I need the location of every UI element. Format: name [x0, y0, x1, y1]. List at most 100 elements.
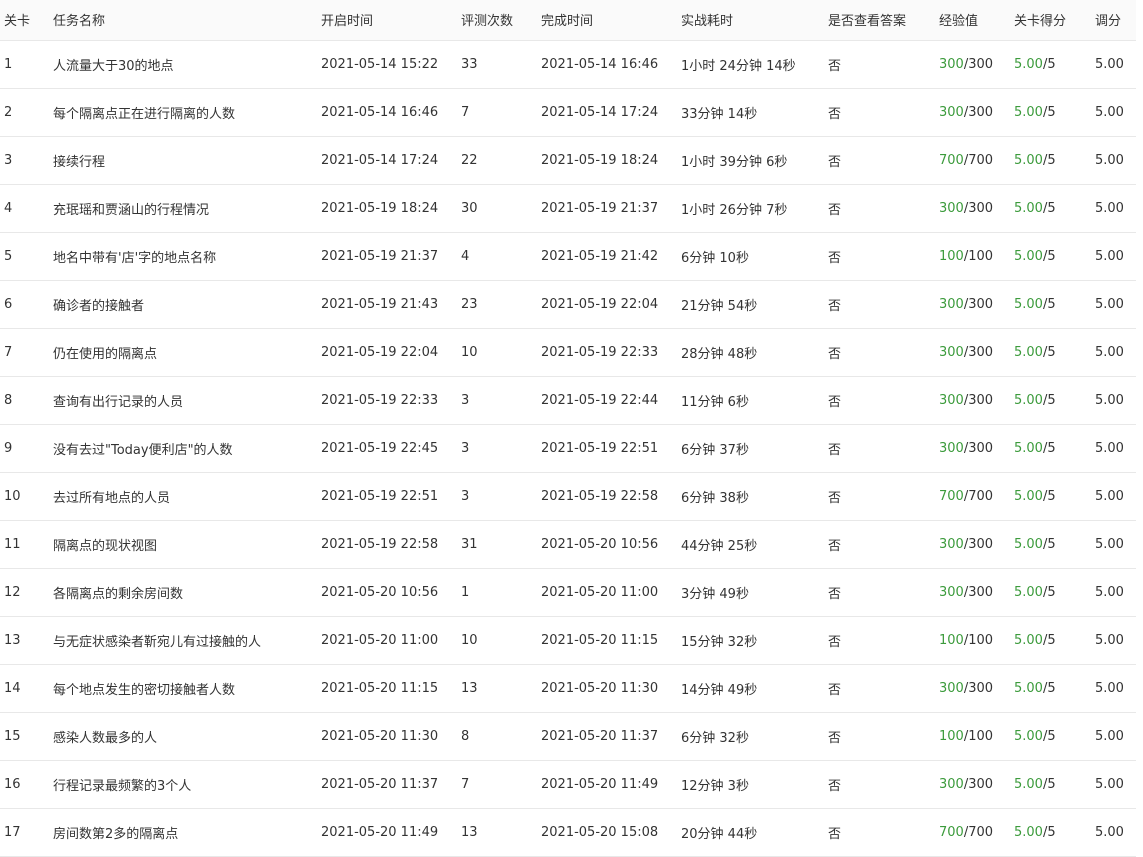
- cell-level: 5: [0, 232, 49, 281]
- score-max: /5: [1042, 728, 1056, 744]
- cell-answer-viewed: 否: [824, 232, 935, 281]
- cell-task-name[interactable]: 充珉瑶和贾涵山的行程情况: [49, 184, 317, 233]
- cell-finish-time: 2021-05-14 17:24: [537, 88, 677, 137]
- score-max: /5: [1042, 104, 1056, 120]
- exp-max: /300: [963, 56, 994, 72]
- cell-exp: 300/300: [935, 40, 1010, 89]
- col-header-finish-time[interactable]: 完成时间: [537, 0, 677, 41]
- cell-score: 5.00/5: [1010, 232, 1091, 281]
- cell-exp: 300/300: [935, 376, 1010, 425]
- cell-eval-count: 3: [457, 472, 537, 521]
- score-earned: 5.00: [1014, 200, 1043, 216]
- cell-task-name[interactable]: 每个隔离点正在进行隔离的人数: [49, 88, 317, 137]
- cell-start-time: 2021-05-19 22:45: [317, 424, 457, 473]
- cell-task-name[interactable]: 地名中带有'店'字的地点名称: [49, 232, 317, 281]
- cell-adjust: 5.00: [1091, 568, 1136, 617]
- score-earned: 5.00: [1014, 440, 1043, 456]
- col-header-duration[interactable]: 实战耗时: [677, 0, 824, 41]
- exp-max: /300: [963, 296, 994, 312]
- cell-score: 5.00/5: [1010, 280, 1091, 329]
- cell-score: 5.00/5: [1010, 808, 1091, 857]
- score-earned: 5.00: [1014, 296, 1043, 312]
- cell-task-name[interactable]: 人流量大于30的地点: [49, 40, 317, 89]
- cell-eval-count: 4: [457, 232, 537, 281]
- cell-start-time: 2021-05-14 16:46: [317, 88, 457, 137]
- cell-eval-count: 22: [457, 136, 537, 185]
- cell-task-name[interactable]: 房间数第2多的隔离点: [49, 808, 317, 857]
- cell-answer-viewed: 否: [824, 808, 935, 857]
- exp-max: /300: [963, 392, 994, 408]
- cell-score: 5.00/5: [1010, 472, 1091, 521]
- score-max: /5: [1042, 392, 1056, 408]
- cell-eval-count: 1: [457, 568, 537, 617]
- exp-earned: 300: [939, 392, 964, 408]
- score-earned: 5.00: [1014, 824, 1043, 840]
- cell-level: 14: [0, 664, 49, 713]
- cell-answer-viewed: 否: [824, 712, 935, 761]
- cell-adjust: 5.00: [1091, 88, 1136, 137]
- cell-finish-time: 2021-05-20 11:30: [537, 664, 677, 713]
- col-header-answer-viewed[interactable]: 是否查看答案: [824, 0, 935, 41]
- col-header-task-name[interactable]: 任务名称: [49, 0, 317, 41]
- col-header-score[interactable]: 关卡得分: [1010, 0, 1091, 41]
- cell-duration: 21分钟 54秒: [677, 280, 824, 329]
- score-earned: 5.00: [1014, 632, 1043, 648]
- cell-task-name[interactable]: 确诊者的接触者: [49, 280, 317, 329]
- col-header-level[interactable]: 关卡: [0, 0, 49, 41]
- cell-task-name[interactable]: 去过所有地点的人员: [49, 472, 317, 521]
- cell-duration: 33分钟 14秒: [677, 88, 824, 137]
- cell-score: 5.00/5: [1010, 40, 1091, 89]
- cell-finish-time: 2021-05-20 15:08: [537, 808, 677, 857]
- cell-exp: 700/700: [935, 472, 1010, 521]
- cell-task-name[interactable]: 与无症状感染者靳宛儿有过接触的人: [49, 616, 317, 665]
- col-header-start-time[interactable]: 开启时间: [317, 0, 457, 41]
- cell-level: 7: [0, 328, 49, 377]
- cell-eval-count: 10: [457, 616, 537, 665]
- cell-start-time: 2021-05-20 11:30: [317, 712, 457, 761]
- cell-eval-count: 3: [457, 376, 537, 425]
- cell-task-name[interactable]: 行程记录最频繁的3个人: [49, 760, 317, 809]
- exp-max: /300: [963, 584, 994, 600]
- cell-duration: 6分钟 38秒: [677, 472, 824, 521]
- cell-score: 5.00/5: [1010, 760, 1091, 809]
- cell-task-name[interactable]: 接续行程: [49, 136, 317, 185]
- cell-score: 5.00/5: [1010, 568, 1091, 617]
- cell-adjust: 5.00: [1091, 232, 1136, 281]
- cell-task-name[interactable]: 仍在使用的隔离点: [49, 328, 317, 377]
- exp-earned: 300: [939, 440, 964, 456]
- score-max: /5: [1042, 680, 1056, 696]
- exp-max: /700: [963, 488, 994, 504]
- cell-finish-time: 2021-05-20 11:49: [537, 760, 677, 809]
- cell-task-name[interactable]: 隔离点的现状视图: [49, 520, 317, 569]
- cell-score: 5.00/5: [1010, 424, 1091, 473]
- score-max: /5: [1042, 632, 1056, 648]
- cell-duration: 3分钟 49秒: [677, 568, 824, 617]
- cell-duration: 12分钟 3秒: [677, 760, 824, 809]
- col-header-exp[interactable]: 经验值: [935, 0, 1010, 41]
- cell-answer-viewed: 否: [824, 760, 935, 809]
- table-row: 15 感染人数最多的人 2021-05-20 11:30 8 2021-05-20 11…: [0, 712, 1136, 761]
- table-row: 14 每个地点发生的密切接触者人数 2021-05-20 11:15 13 2021-0…: [0, 664, 1136, 713]
- cell-adjust: 5.00: [1091, 760, 1136, 809]
- cell-answer-viewed: 否: [824, 664, 935, 713]
- cell-level: 15: [0, 712, 49, 761]
- table-row: 9 没有去过"Today便利店"的人数 2021-05-19 22:45 3 2021-…: [0, 424, 1136, 473]
- cell-adjust: 5.00: [1091, 424, 1136, 473]
- table-row: 17 房间数第2多的隔离点 2021-05-20 11:49 13 2021-05-20…: [0, 808, 1136, 857]
- score-max: /5: [1042, 56, 1056, 72]
- score-earned: 5.00: [1014, 104, 1043, 120]
- cell-duration: 20分钟 44秒: [677, 808, 824, 857]
- col-header-adjust[interactable]: 调分: [1091, 0, 1136, 41]
- cell-task-name[interactable]: 各隔离点的剩余房间数: [49, 568, 317, 617]
- cell-task-name[interactable]: 没有去过"Today便利店"的人数: [49, 424, 317, 473]
- cell-task-name[interactable]: 查询有出行记录的人员: [49, 376, 317, 425]
- score-max: /5: [1042, 200, 1056, 216]
- col-header-eval-count[interactable]: 评测次数: [457, 0, 537, 41]
- cell-task-name[interactable]: 每个地点发生的密切接触者人数: [49, 664, 317, 713]
- table-row: 16 行程记录最频繁的3个人 2021-05-20 11:37 7 2021-05-20…: [0, 760, 1136, 809]
- cell-adjust: 5.00: [1091, 664, 1136, 713]
- cell-duration: 44分钟 25秒: [677, 520, 824, 569]
- table-row: 10 去过所有地点的人员 2021-05-19 22:51 3 2021-05-19 2…: [0, 472, 1136, 521]
- cell-exp: 300/300: [935, 328, 1010, 377]
- cell-task-name[interactable]: 感染人数最多的人: [49, 712, 317, 761]
